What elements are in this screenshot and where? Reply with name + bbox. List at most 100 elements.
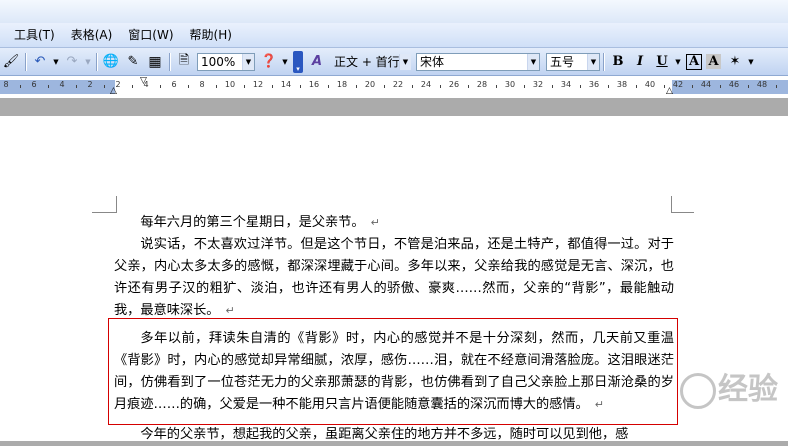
toolbar-separator xyxy=(25,52,26,71)
ruler-label: 20 xyxy=(364,80,376,89)
paragraph-text: 说实话，不太喜欢过洋节。但是这个节日，不管是泊来品，还是土特产，都值得一过。对于… xyxy=(114,237,674,318)
paragraph-mark: ↵ xyxy=(225,304,235,317)
redo-dropdown-icon[interactable]: ▼ xyxy=(84,52,92,72)
ruler-label: 2 xyxy=(87,80,93,89)
crop-mark-top-right xyxy=(671,196,694,213)
hyperlink-icon[interactable]: 🌐 xyxy=(101,52,121,72)
style-select[interactable]: 正文 + 首行 ▼ xyxy=(330,53,412,71)
ruler-minor-tick xyxy=(244,85,245,88)
ruler-minor-tick xyxy=(440,85,441,88)
paragraph: 每年六月的第三个星期日，是父亲节。 ↵ xyxy=(114,212,674,234)
ruler-minor-tick xyxy=(580,85,581,88)
toolbar-separator xyxy=(96,52,97,71)
left-indent-icon[interactable]: △ xyxy=(110,86,117,96)
char-shading-button[interactable]: A xyxy=(706,54,721,69)
ruler-label: 46 xyxy=(728,80,740,89)
ruler-minor-tick xyxy=(496,85,497,88)
ruler-label: 8 xyxy=(199,80,205,89)
ruler-label: 10 xyxy=(224,80,236,89)
toolbar-options-icon[interactable]: ▼ xyxy=(281,52,289,72)
watermark-text: 经验 xyxy=(718,372,778,407)
ruler-label: 28 xyxy=(476,80,488,89)
styles-formatting-icon[interactable]: A xyxy=(307,52,327,72)
chevron-down-icon: ▼ xyxy=(527,53,539,70)
ruler-minor-tick xyxy=(552,85,553,88)
ruler-minor-tick xyxy=(76,85,77,88)
ruler-label: 14 xyxy=(280,80,292,89)
toolbar-separator xyxy=(603,52,604,71)
ruler-label: 16 xyxy=(308,80,320,89)
paragraph-text: 今年的父亲节，想起我的父亲，虽距离父亲住的地方并不多远，随时可以见到他，感 xyxy=(140,427,629,442)
ruler-minor-tick xyxy=(328,85,329,88)
ruler-label: 40 xyxy=(644,80,656,89)
ruler-minor-tick xyxy=(748,85,749,88)
ruler-label: 24 xyxy=(420,80,432,89)
chevron-down-icon: ▼ xyxy=(587,53,599,70)
ruler-minor-tick xyxy=(300,85,301,88)
menu-window[interactable]: 窗口(W) xyxy=(120,23,181,47)
ruler-label: 42 xyxy=(672,80,684,89)
menu-help[interactable]: 帮助(H) xyxy=(182,23,240,47)
ruler-label: 12 xyxy=(252,80,264,89)
ruler-label: 44 xyxy=(700,80,712,89)
ruler-minor-tick xyxy=(104,85,105,88)
ruler-minor-tick xyxy=(188,85,189,88)
ruler-label: 26 xyxy=(448,80,460,89)
font-value: 宋体 xyxy=(420,55,445,69)
horizontal-ruler[interactable]: 8 6 4 2 2 4 6 8 10 12 14 16 18 20 22 24 26 28 30 32 34 36 38 40… xyxy=(0,76,788,99)
undo-dropdown-icon[interactable]: ▼ xyxy=(52,52,60,72)
font-size-value: 五号 xyxy=(550,55,575,69)
ruler-label: 32 xyxy=(532,80,544,89)
ruler-minor-tick xyxy=(412,85,413,88)
ruler-label: 34 xyxy=(560,80,572,89)
underline-dropdown-icon[interactable]: ▼ xyxy=(674,52,682,72)
page-gap xyxy=(0,98,788,116)
ruler-minor-tick xyxy=(468,85,469,88)
menu-table[interactable]: 表格(A) xyxy=(63,23,121,47)
menu-bar: 工具(T) 表格(A) 窗口(W) 帮助(H) xyxy=(0,23,788,48)
bold-button[interactable]: B xyxy=(608,52,628,72)
menu-tools[interactable]: 工具(T) xyxy=(6,23,63,47)
ruler-minor-tick xyxy=(720,85,721,88)
text-effects-icon[interactable]: ✶ xyxy=(725,52,745,72)
ruler-label: 6 xyxy=(171,80,177,89)
watermark: 经验 xyxy=(680,364,778,409)
ruler-label: 6 xyxy=(31,80,37,89)
underline-button[interactable]: U xyxy=(652,52,672,72)
style-value: 正文 + 首行 xyxy=(334,55,400,69)
ruler-minor-tick xyxy=(524,85,525,88)
ruler-minor-tick xyxy=(48,85,49,88)
ruler-minor-tick xyxy=(608,85,609,88)
text-effects-dropdown-icon[interactable]: ▼ xyxy=(747,52,755,72)
document-map-icon[interactable]: 🗎 xyxy=(174,52,194,72)
format-painter-icon[interactable]: 🖌 xyxy=(1,52,21,72)
font-size-select[interactable]: 五号 ▼ xyxy=(546,52,600,71)
redo-icon[interactable]: ↷ xyxy=(62,52,82,72)
highlight-box xyxy=(108,318,678,425)
font-select[interactable]: 宋体 ▼ xyxy=(416,52,540,71)
ruler-minor-tick xyxy=(776,85,777,88)
ruler-minor-tick xyxy=(664,85,665,88)
italic-button[interactable]: I xyxy=(630,52,650,72)
undo-icon[interactable]: ↶ xyxy=(30,52,50,72)
toolbar: 🖌 ↶ ▼ ↷ ▼ 🌐 ✎ ▦ 🗎 100% ▼ ❓ ▼ ▾ A 正文 + 首行… xyxy=(0,48,788,76)
toolbar-grip-icon[interactable]: ▾ xyxy=(293,50,303,73)
help-icon[interactable]: ❓ xyxy=(259,52,279,72)
char-border-button[interactable]: A xyxy=(686,53,702,70)
ruler-label: 22 xyxy=(392,80,404,89)
ruler-minor-tick xyxy=(356,85,357,88)
ruler-label: 4 xyxy=(59,80,65,89)
right-indent-icon[interactable]: △ xyxy=(666,86,673,96)
ruler-minor-tick xyxy=(160,85,161,88)
document-page[interactable]: 每年六月的第三个星期日，是父亲节。 ↵ 说实话，不太喜欢过洋节。但是这个节日，不管… xyxy=(0,116,788,442)
tables-borders-icon[interactable]: ✎ xyxy=(123,52,143,72)
first-line-indent-icon[interactable]: ▽ xyxy=(140,76,147,86)
ruler-minor-tick xyxy=(132,85,133,88)
chevron-down-icon: ▼ xyxy=(242,53,254,70)
zoom-select[interactable]: 100% ▼ xyxy=(197,52,255,71)
zoom-value: 100% xyxy=(201,54,236,69)
ruler-minor-tick xyxy=(692,85,693,88)
ruler-minor-tick xyxy=(384,85,385,88)
ruler-label: 36 xyxy=(588,80,600,89)
insert-table-icon[interactable]: ▦ xyxy=(145,52,165,72)
